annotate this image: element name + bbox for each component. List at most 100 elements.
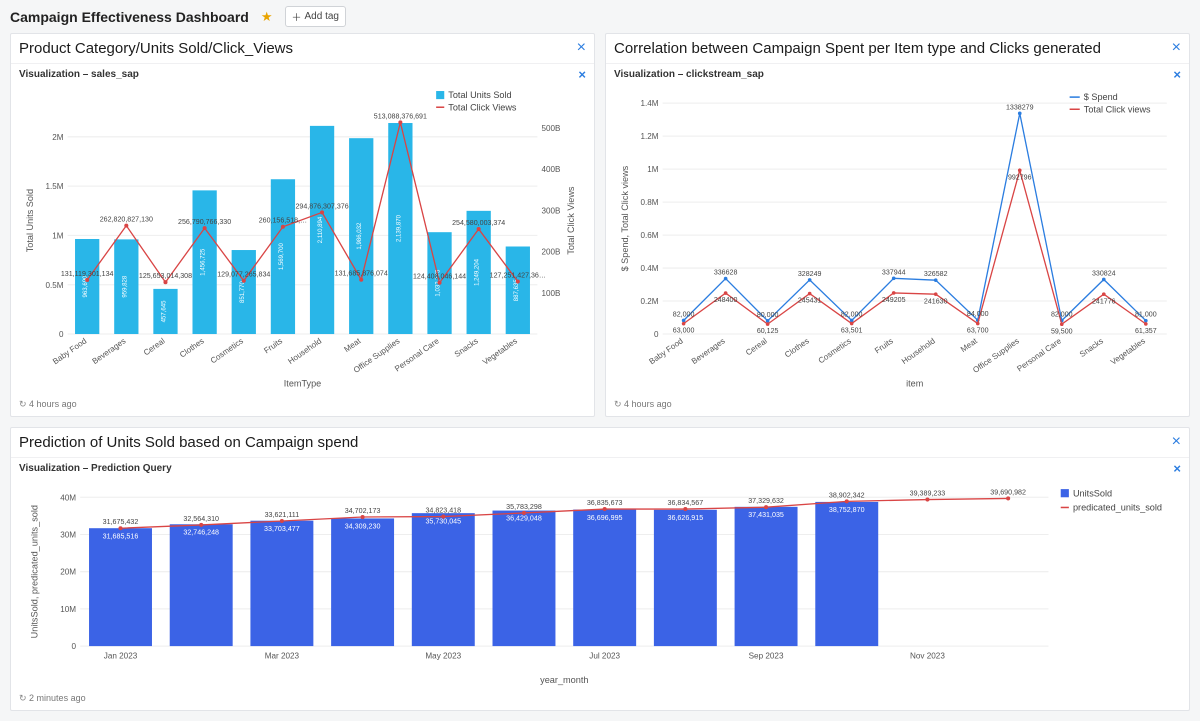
page-title: Campaign Effectiveness Dashboard [10, 9, 249, 25]
svg-text:262,820,827,130: 262,820,827,130 [100, 216, 153, 224]
svg-text:Vegetables: Vegetables [1109, 336, 1147, 366]
svg-text:Baby Food: Baby Food [51, 336, 88, 366]
svg-text:Sep 2023: Sep 2023 [749, 651, 784, 660]
svg-text:245431: 245431 [798, 297, 822, 305]
svg-text:63,700: 63,700 [967, 327, 989, 335]
svg-text:31,675,432: 31,675,432 [103, 518, 139, 526]
svg-text:Fruits: Fruits [873, 336, 895, 355]
svg-text:Beverages: Beverages [690, 336, 727, 366]
svg-text:1338279: 1338279 [1006, 103, 1034, 111]
svg-text:39,389,233: 39,389,233 [910, 489, 946, 497]
close-icon[interactable]: × [1173, 68, 1181, 81]
time-ago: 4 hours ago [606, 395, 1189, 416]
svg-text:0: 0 [59, 330, 64, 339]
svg-text:1,986,032: 1,986,032 [357, 222, 363, 250]
svg-text:Household: Household [286, 336, 323, 366]
star-button[interactable]: ★ [257, 7, 277, 27]
svg-text:ItemType: ItemType [284, 379, 321, 389]
svg-text:82,000: 82,000 [673, 310, 695, 318]
svg-text:0: 0 [654, 330, 659, 339]
svg-text:2,110,894: 2,110,894 [318, 216, 324, 243]
svg-text:0: 0 [72, 642, 77, 651]
svg-text:30M: 30M [60, 530, 76, 539]
svg-text:80,000: 80,000 [757, 311, 779, 319]
svg-text:1,249,204: 1,249,204 [475, 258, 481, 286]
svg-text:Total Units Sold: Total Units Sold [25, 189, 35, 252]
svg-text:1M: 1M [52, 231, 64, 240]
dashboard-header: Campaign Effectiveness Dashboard ★ ＋ Add… [0, 0, 1200, 33]
close-icon[interactable]: × [1172, 40, 1181, 56]
svg-text:124,408,046,144: 124,408,046,144 [413, 273, 466, 281]
svg-text:UnitsSold: UnitsSold [1073, 488, 1112, 498]
close-icon[interactable]: × [1172, 434, 1181, 450]
svg-text:36,835,673: 36,835,673 [587, 499, 623, 507]
time-ago: 2 minutes ago [11, 689, 1189, 710]
svg-text:337944: 337944 [882, 268, 906, 276]
panel-sales-title: Product Category/Units Sold/Click_Views [19, 40, 293, 57]
close-icon[interactable]: × [577, 40, 586, 56]
svg-text:year_month: year_month [540, 675, 588, 685]
svg-text:Snacks: Snacks [1078, 336, 1105, 359]
svg-text:Jul 2023: Jul 2023 [589, 651, 620, 660]
svg-text:Fruits: Fruits [262, 336, 284, 355]
panel-corr-title: Correlation between Campaign Spent per I… [614, 40, 1101, 57]
svg-text:127,251,427,36…: 127,251,427,36… [490, 272, 546, 280]
svg-text:63,501: 63,501 [841, 327, 863, 335]
svg-text:131,119,301,134: 131,119,301,134 [61, 270, 114, 278]
chart-prediction: 010M20M30M40M31,685,51632,746,24833,703,… [11, 479, 1189, 689]
svg-text:61,357: 61,357 [1135, 327, 1157, 335]
close-icon[interactable]: × [578, 68, 586, 81]
svg-text:May 2023: May 2023 [425, 651, 461, 660]
panel-prediction: Prediction of Units Sold based on Campai… [10, 427, 1190, 711]
svg-text:36,834,567: 36,834,567 [668, 499, 704, 507]
viz-name: Visualization – Prediction Query [19, 463, 172, 474]
svg-text:59,500: 59,500 [1051, 327, 1073, 335]
svg-text:330824: 330824 [1092, 269, 1116, 277]
svg-text:33,621,111: 33,621,111 [265, 511, 300, 519]
svg-text:31,685,516: 31,685,516 [103, 532, 139, 540]
svg-text:Cereal: Cereal [744, 336, 769, 357]
svg-text:34,823,418: 34,823,418 [425, 506, 461, 514]
chart-correlation: 00.2M0.4M0.6M0.8M1M1.2M1.4M82,0003366288… [606, 85, 1189, 395]
svg-text:38,752,870: 38,752,870 [829, 506, 865, 514]
svg-text:UnitsSold, predicated_units_so: UnitsSold, predicated_units_sold [29, 505, 39, 638]
svg-text:Baby Food: Baby Food [648, 336, 685, 366]
svg-text:Cosmetics: Cosmetics [817, 336, 853, 365]
svg-text:Meat: Meat [959, 336, 980, 354]
svg-text:1,456,725: 1,456,725 [201, 248, 207, 276]
svg-text:Beverages: Beverages [91, 336, 128, 366]
svg-text:1,569,700: 1,569,700 [279, 243, 285, 271]
viz-name: Visualization – sales_sap [19, 69, 139, 80]
svg-text:34,702,173: 34,702,173 [345, 507, 381, 515]
svg-text:34,309,230: 34,309,230 [345, 522, 381, 530]
svg-text:84,000: 84,000 [967, 310, 989, 318]
svg-text:1.2M: 1.2M [641, 132, 659, 141]
svg-text:294,876,307,376: 294,876,307,376 [296, 202, 349, 210]
svg-text:129,077,265,834: 129,077,265,834 [217, 271, 270, 279]
svg-text:851,770: 851,770 [240, 280, 246, 303]
svg-text:38,902,342: 38,902,342 [829, 491, 865, 499]
svg-text:$ Spend, Total Click views: $ Spend, Total Click views [620, 165, 630, 271]
svg-text:959,828: 959,828 [122, 275, 128, 298]
svg-text:predicated_units_sold: predicated_units_sold [1073, 502, 1162, 512]
svg-text:992796: 992796 [1008, 173, 1032, 181]
svg-text:200B: 200B [541, 248, 560, 257]
add-tag-button[interactable]: ＋ Add tag [285, 6, 346, 27]
svg-text:1.4M: 1.4M [641, 99, 659, 108]
svg-text:0.5M: 0.5M [46, 281, 64, 290]
svg-text:125,653,014,308: 125,653,014,308 [139, 272, 192, 280]
svg-text:32,564,310: 32,564,310 [183, 515, 219, 523]
svg-text:Office Supplies: Office Supplies [971, 336, 1021, 375]
svg-text:36,626,915: 36,626,915 [668, 514, 704, 522]
svg-text:36,429,048: 36,429,048 [506, 514, 542, 522]
svg-text:32,746,248: 32,746,248 [183, 528, 219, 536]
svg-text:60,125: 60,125 [757, 327, 779, 335]
svg-text:241776: 241776 [1092, 297, 1116, 305]
svg-text:326582: 326582 [924, 270, 948, 278]
svg-text:249205: 249205 [882, 296, 906, 304]
svg-text:35,783,298: 35,783,298 [506, 503, 542, 511]
svg-text:Personal Care: Personal Care [1015, 336, 1063, 373]
svg-text:Cereal: Cereal [142, 336, 167, 357]
svg-text:256,790,766,330: 256,790,766,330 [178, 218, 231, 226]
close-icon[interactable]: × [1173, 462, 1181, 475]
